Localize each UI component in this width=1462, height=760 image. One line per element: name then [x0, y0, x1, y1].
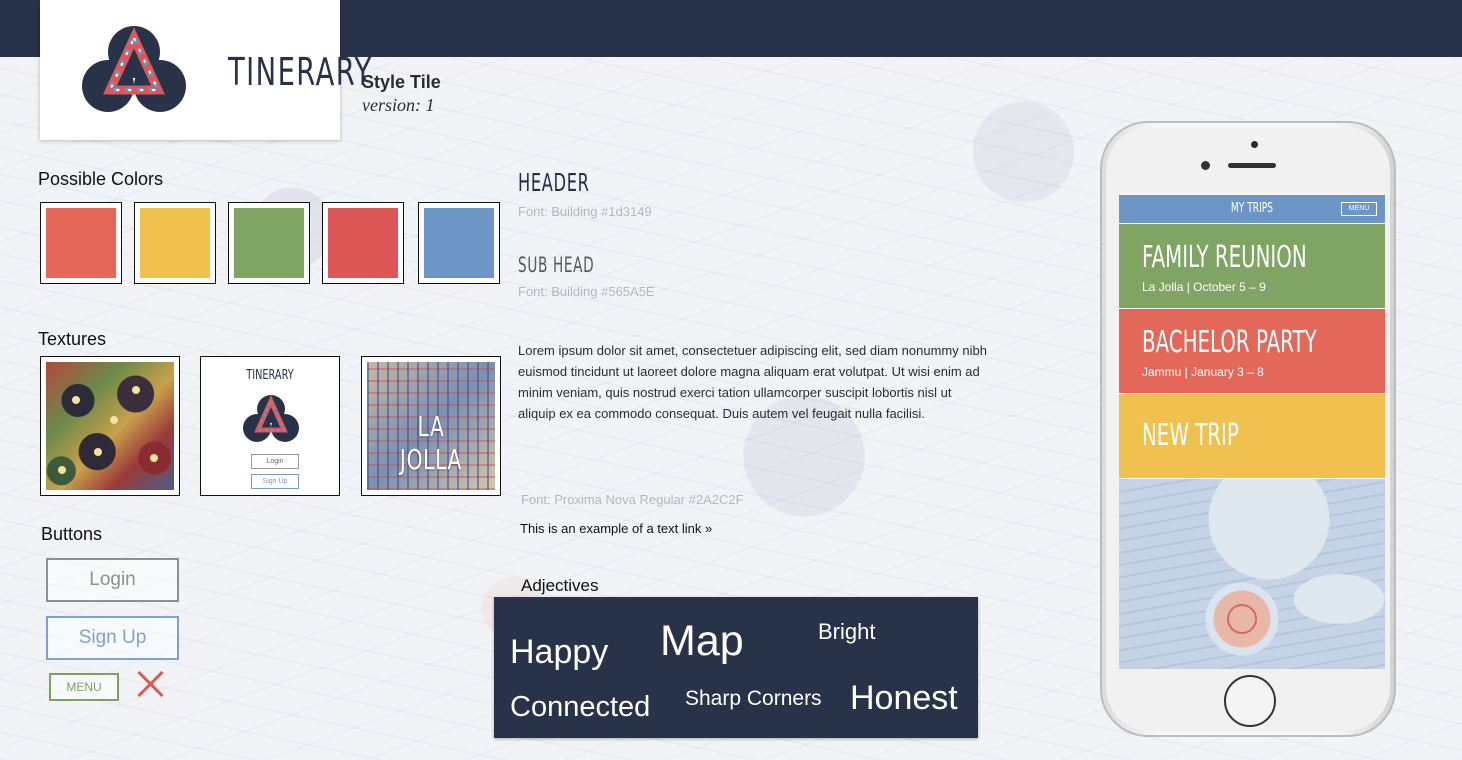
texture-pattern — [40, 356, 180, 496]
body-text-sample: Lorem ipsum dolor sit amet, consectetuer… — [518, 343, 987, 421]
compass-icon — [1227, 604, 1257, 634]
trip-title: NEW TRIP — [1142, 418, 1239, 453]
phone-screen: MY TRIPS MENU FAMILY REUNION La Jolla | … — [1119, 195, 1385, 669]
adjective-word: Map — [660, 617, 744, 665]
mini-login-button: Login — [251, 454, 299, 469]
trip-title: BACHELOR PARTY — [1142, 325, 1317, 360]
signup-button[interactable]: Sign Up — [46, 616, 179, 660]
color-swatch — [418, 202, 500, 284]
header-sample: HEADER — [518, 168, 590, 197]
header-font-note: Font: Building #1d3149 — [518, 204, 652, 219]
adjective-word: Sharp Corners — [685, 687, 822, 710]
mini-brand-wordmark: TINERARY — [246, 368, 294, 383]
screen-map-illustration — [1119, 479, 1385, 669]
login-button[interactable]: Login — [46, 558, 179, 602]
la-jolla-map-image: LA JOLLA — [367, 362, 495, 490]
front-camera-icon — [1251, 141, 1258, 148]
map-label: LA JOLLA — [399, 410, 463, 476]
speaker-grille — [1228, 163, 1276, 168]
menu-button[interactable]: MENU — [49, 673, 119, 701]
color-swatch — [228, 202, 310, 284]
trip-card-bachelor-party[interactable]: BACHELOR PARTY Jammu | January 3 – 8 — [1119, 309, 1385, 393]
adjective-word: Happy — [510, 633, 609, 671]
texture-app-screen: TINERARY Login Sign Up — [200, 356, 340, 496]
text-link-sample[interactable]: This is an example of a text link » — [520, 521, 712, 536]
adjectives-panel: Happy Map Bright Connected Sharp Corners… — [494, 597, 978, 738]
color-swatch — [40, 202, 122, 284]
trip-card-new-trip[interactable]: NEW TRIP — [1119, 394, 1385, 478]
color-swatch-fill — [424, 208, 494, 278]
color-swatch-fill — [328, 208, 398, 278]
subhead-font-note: Font: Building #565A5E — [518, 284, 655, 299]
texture-map: LA JOLLA — [361, 356, 501, 496]
close-icon[interactable] — [137, 670, 165, 698]
sensor-icon — [1201, 161, 1210, 170]
trip-title: FAMILY REUNION — [1142, 240, 1307, 275]
tinerary-logo-icon — [82, 26, 186, 112]
adjective-word: Connected — [510, 691, 651, 723]
adjective-word: Honest — [850, 679, 958, 717]
adjectives-heading: Adjectives — [521, 576, 599, 595]
buttons-heading: Buttons — [41, 524, 103, 544]
app-menu-button[interactable]: MENU — [1341, 202, 1377, 216]
trip-meta: Jammu | January 3 – 8 — [1142, 365, 1264, 379]
mini-signup-button: Sign Up — [251, 474, 299, 489]
mini-logo-icon — [243, 394, 299, 442]
adjective-word: Bright — [818, 619, 876, 644]
colors-heading: Possible Colors — [38, 169, 164, 189]
logo-card: TINERARY — [40, 0, 371, 140]
body-font-note: Font: Proxima Nova Regular #2A2C2F — [521, 492, 744, 507]
texture-circles-image — [46, 362, 174, 490]
home-button[interactable] — [1224, 675, 1276, 727]
color-swatch-fill — [140, 208, 210, 278]
color-swatch-fill — [46, 208, 116, 278]
color-swatch — [322, 202, 404, 284]
phone-mockup: MY TRIPS MENU FAMILY REUNION La Jolla | … — [1100, 121, 1396, 737]
style-tile-title: Style Tile — [362, 72, 441, 92]
subhead-sample: SUB HEAD — [518, 253, 595, 277]
color-swatch — [134, 202, 216, 284]
style-tile-version: version: 1 — [362, 95, 435, 115]
app-header-bar: MY TRIPS MENU — [1119, 195, 1385, 223]
textures-heading: Textures — [38, 329, 107, 349]
brand-wordmark: TINERARY — [228, 50, 373, 94]
app-header-title: MY TRIPS — [1230, 201, 1274, 216]
trip-meta: La Jolla | October 5 – 9 — [1142, 280, 1266, 294]
trip-card-family-reunion[interactable]: FAMILY REUNION La Jolla | October 5 – 9 — [1119, 224, 1385, 308]
color-swatch-fill — [234, 208, 304, 278]
